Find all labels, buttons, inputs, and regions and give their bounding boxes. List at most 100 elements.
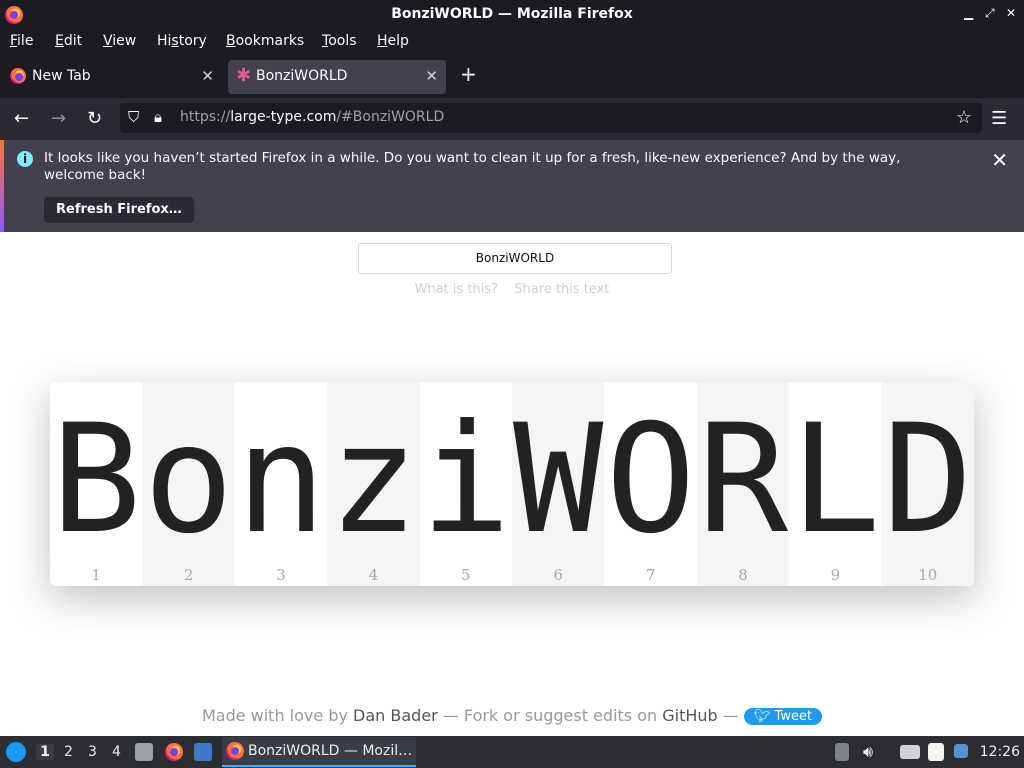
footer-made-text: Made with love by	[201, 706, 348, 725]
letter-cell: n3	[235, 382, 327, 586]
close-notification-icon[interactable]: ✕	[991, 148, 1008, 172]
letter-cell: z4	[327, 382, 420, 586]
menu-help[interactable]: Help	[377, 33, 409, 49]
close-window-icon[interactable]: ✕	[1006, 6, 1016, 20]
minimize-icon[interactable]: ▁	[964, 6, 973, 20]
close-tab-icon[interactable]: ✕	[425, 67, 438, 85]
firefox-window-icon	[226, 742, 244, 760]
restore-icon[interactable]: ⤢	[985, 6, 995, 21]
letter-cell: L9	[789, 382, 881, 586]
tab-new-tab[interactable]: New Tab ✕	[4, 60, 222, 94]
letter-index: 8	[738, 566, 748, 584]
taskbar-window-label: BonziWORLD — Mozil…	[248, 743, 413, 759]
notification-accent-bar	[0, 140, 4, 232]
menu-history[interactable]: History	[157, 33, 207, 49]
large-type-input[interactable]: BonziWORLD	[358, 243, 672, 274]
large-letter: R	[697, 393, 789, 567]
close-tab-icon[interactable]: ✕	[201, 67, 214, 85]
workspace-4[interactable]: 4	[112, 744, 121, 760]
letter-index: 1	[91, 566, 101, 584]
firefox-launcher-icon[interactable]	[165, 743, 183, 761]
large-letter: n	[235, 393, 327, 567]
footer-dash: —	[722, 706, 739, 725]
large-letter: O	[605, 393, 696, 567]
menu-edit[interactable]: Edit	[55, 33, 82, 49]
letter-cell: R8	[696, 382, 790, 586]
tab-strip: New Tab ✕ ✱ BonziWORLD ✕	[0, 56, 1024, 98]
file-manager-icon[interactable]	[135, 743, 153, 761]
back-arrow-icon[interactable]: ←	[14, 108, 29, 129]
notification-message: It looks like you haven’t started Firefo…	[44, 150, 901, 183]
letter-cell: W6	[512, 382, 605, 586]
large-letter: D	[882, 393, 973, 567]
tweet-button[interactable]: 🐦︎ Tweet	[743, 708, 823, 725]
letter-index: 2	[183, 566, 194, 584]
refresh-notification: i It looks like you haven’t started Fire…	[0, 140, 1024, 232]
network-icon[interactable]	[900, 745, 920, 759]
hamburger-menu-icon[interactable]: ☰	[991, 108, 1007, 129]
letter-cell: i5	[420, 382, 512, 586]
info-icon: i	[17, 151, 33, 167]
volume-icon[interactable]: 🔊︎	[863, 742, 873, 762]
taskbar-window-firefox[interactable]: BonziWORLD — Mozil…	[222, 737, 416, 767]
shield-icon[interactable]: ⛉	[128, 108, 139, 126]
menu-view[interactable]: View	[103, 33, 136, 49]
menu-tools[interactable]: Tools	[322, 33, 357, 49]
reload-icon[interactable]: ↻	[87, 108, 102, 129]
large-letter: L	[790, 393, 881, 567]
navigation-toolbar: ← → ↻ ⛉ 🔒︎ https://large-type.com/#Bonzi…	[0, 98, 1024, 140]
window-title: BonziWORLD — Mozilla Firefox	[391, 6, 633, 22]
letter-index: 3	[276, 566, 286, 584]
menu-file[interactable]: File	[10, 33, 33, 49]
desktop-icon[interactable]	[194, 743, 212, 761]
letter-index: 4	[368, 566, 379, 584]
page-links: What is this? Share this text	[0, 282, 1024, 297]
window-titlebar: BonziWORLD — Mozilla Firefox ▁ ⤢ ✕	[0, 0, 1024, 30]
author-link[interactable]: Dan Bader	[353, 706, 438, 725]
clipboard-icon[interactable]	[928, 743, 944, 761]
forward-arrow-icon[interactable]: →	[51, 108, 66, 129]
large-letter: z	[328, 393, 419, 567]
large-type-display: B 1 o 2 n 3 z 4 i 5 W 6 O 7 R 8 L 9 D 10	[50, 382, 974, 586]
taskbar: 1 2 3 4 BonziWORLD — Mozil… 🔊︎ 12:26	[0, 736, 1024, 768]
large-letter: o	[143, 393, 234, 567]
tweet-label: Tweet	[774, 709, 813, 724]
github-link[interactable]: GitHub	[662, 706, 717, 725]
workspace-2[interactable]: 2	[64, 744, 73, 760]
tab-label: BonziWORLD	[256, 68, 348, 84]
footer-fork-text: — Fork or suggest edits on	[442, 706, 658, 725]
lock-icon[interactable]: 🔒︎	[154, 108, 162, 126]
asterisk-favicon-icon: ✱	[236, 65, 252, 86]
letter-index: 10	[918, 566, 938, 584]
tray-upload-icon[interactable]	[835, 743, 849, 761]
letter-cell: O7	[604, 382, 696, 586]
menu-bookmarks[interactable]: Bookmarks	[226, 33, 304, 49]
bookmark-star-icon[interactable]: ☆	[956, 107, 972, 128]
clock: 12:26	[979, 744, 1020, 760]
tab-label: New Tab	[32, 68, 91, 84]
notification-tray-icon[interactable]	[954, 744, 968, 758]
large-letter: B	[51, 393, 142, 567]
what-is-this-link[interactable]: What is this?	[415, 282, 498, 297]
page-footer: Made with love by Dan Bader — Fork or su…	[0, 706, 1024, 725]
twitter-bird-icon: 🐦︎	[753, 709, 771, 724]
letter-cell: B1	[50, 382, 142, 586]
share-text-link[interactable]: Share this text	[514, 282, 609, 297]
workspace-3[interactable]: 3	[88, 744, 97, 760]
url-bar[interactable]: ⛉ 🔒︎ https://large-type.com/#BonziWORLD …	[120, 103, 982, 133]
url-text[interactable]: https://large-type.com/#BonziWORLD	[180, 109, 444, 125]
large-letter: i	[420, 393, 511, 567]
letter-index: 9	[830, 566, 841, 584]
menu-bar: File Edit View History Bookmarks Tools H…	[0, 30, 1024, 56]
large-letter: W	[513, 393, 604, 567]
letter-cell: D 10	[881, 382, 974, 586]
page-content: BonziWORLD What is this? Share this text…	[0, 232, 1024, 736]
letter-index: 5	[461, 566, 471, 584]
letter-cell: o2	[142, 382, 235, 586]
letter-index: 7	[645, 566, 656, 584]
app-launcher-icon[interactable]	[6, 742, 26, 762]
workspace-1[interactable]: 1	[36, 744, 54, 760]
new-tab-plus-icon[interactable]: +	[460, 62, 477, 86]
refresh-firefox-button[interactable]: Refresh Firefox…	[44, 197, 194, 223]
tab-bonziworld[interactable]: ✱ BonziWORLD ✕	[228, 60, 446, 94]
